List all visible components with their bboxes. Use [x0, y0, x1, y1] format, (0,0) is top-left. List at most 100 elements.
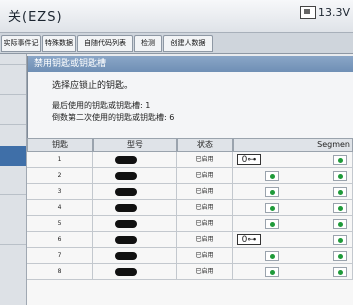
key-number-cell: 4 [27, 200, 93, 216]
status-dot-icon [270, 222, 275, 227]
status-dot-icon [338, 190, 343, 195]
column-header-key: 钥匙 [27, 138, 93, 152]
segment-checkbox[interactable] [333, 171, 347, 181]
left-navigation-strip [0, 54, 27, 305]
key-number-cell: 7 [27, 248, 93, 264]
key-number-cell: 3 [27, 184, 93, 200]
segment-cell [233, 216, 353, 232]
redacted-model-mark [115, 188, 137, 196]
segment-checkbox[interactable] [265, 219, 279, 229]
status-cell: 已启用 [177, 184, 233, 200]
redacted-model-mark [115, 220, 137, 228]
key-number-cell: 5 [27, 216, 93, 232]
table-row[interactable]: 8 已启用 [27, 264, 353, 280]
redacted-model-mark [115, 236, 137, 244]
status-cell: 已启用 [177, 264, 233, 280]
table-row[interactable]: 7 已启用 [27, 248, 353, 264]
segment-checkbox[interactable] [333, 219, 347, 229]
status-dot-icon [338, 238, 343, 243]
column-header-status: 状态 [177, 138, 233, 152]
table-row[interactable]: 3 已启用 [27, 184, 353, 200]
nav-divider [0, 124, 26, 125]
status-dot-icon [270, 206, 275, 211]
column-header-segment: Segmen [233, 138, 353, 152]
redacted-model-mark [115, 252, 137, 260]
status-dot-icon [270, 270, 275, 275]
model-cell [93, 232, 177, 248]
window-title: 关(EZS) [8, 10, 63, 25]
status-dot-icon [270, 190, 275, 195]
table-row[interactable]: 1 已启用 0⊶ [27, 152, 353, 168]
table-row[interactable]: 4 已启用 [27, 200, 353, 216]
table-row[interactable]: 5 已启用 [27, 216, 353, 232]
key-table: 钥匙 型号 状态 Segmen 1 已启用 0⊶ 2 已启用 3 已启用 4 已启用 5 已启用 6 已… [27, 138, 353, 305]
tab-code-list[interactable]: 自随代码列表 [77, 35, 133, 52]
model-cell [93, 168, 177, 184]
status-cell: 已启用 [177, 232, 233, 248]
model-cell [93, 264, 177, 280]
key-icon: 0⊶ [237, 154, 261, 165]
table-row[interactable]: 6 已启用 0⊶ [27, 232, 353, 248]
window-title-bar: 关(EZS) 13.3V [0, 0, 353, 33]
model-cell [93, 248, 177, 264]
tab-creator-data[interactable]: 创建人数据 [163, 35, 213, 52]
model-cell [93, 216, 177, 232]
segment-checkbox[interactable] [265, 203, 279, 213]
segment-cell: 0⊶ [233, 232, 353, 248]
status-dot-icon [338, 270, 343, 275]
segment-checkbox[interactable] [333, 251, 347, 261]
status-cell: 已启用 [177, 168, 233, 184]
redacted-model-mark [115, 172, 137, 180]
status-dot-icon [270, 174, 275, 179]
segment-cell [233, 264, 353, 280]
status-cell: 已启用 [177, 248, 233, 264]
segment-cell [233, 248, 353, 264]
model-cell [93, 152, 177, 168]
segment-cell [233, 200, 353, 216]
dialog-prompt: 选择应锁止的钥匙。 [52, 81, 134, 91]
nav-item-selected[interactable] [0, 146, 26, 166]
nav-divider [0, 244, 26, 245]
nav-divider [0, 64, 26, 65]
segment-checkbox[interactable] [265, 171, 279, 181]
segment-checkbox[interactable] [333, 187, 347, 197]
redacted-model-mark [115, 156, 137, 164]
key-number-cell: 1 [27, 152, 93, 168]
segment-checkbox[interactable] [333, 155, 347, 165]
segment-checkbox[interactable] [265, 267, 279, 277]
segment-cell [233, 168, 353, 184]
model-cell [93, 200, 177, 216]
status-dot-icon [338, 222, 343, 227]
column-header-model: 型号 [93, 138, 177, 152]
key-number-cell: 8 [27, 264, 93, 280]
redacted-model-mark [115, 204, 137, 212]
status-dot-icon [270, 254, 275, 259]
segment-checkbox[interactable] [333, 203, 347, 213]
key-number-cell: 2 [27, 168, 93, 184]
segment-checkbox[interactable] [333, 267, 347, 277]
status-cell: 已启用 [177, 152, 233, 168]
status-dot-icon [338, 254, 343, 259]
voltage-readout: 13.3V [318, 6, 351, 19]
last-used-key-info: 最后使用的钥匙或钥匙槽: 1 [52, 101, 151, 110]
status-cell: 已启用 [177, 216, 233, 232]
dialog-title: 禁用钥匙或钥匙槽 [28, 56, 353, 72]
tab-test[interactable]: 检测 [134, 35, 162, 52]
second-last-used-key-info: 倒数第二次使用的钥匙或钥匙槽: 6 [52, 113, 175, 122]
tab-special-data[interactable]: 特殊数据 [42, 35, 76, 52]
diagnostic-screen: 关(EZS) 13.3V 实际事件记录 特殊数据 自随代码列表 检测 创建人数据… [0, 0, 353, 305]
tab-bar: 实际事件记录 特殊数据 自随代码列表 检测 创建人数据 [0, 33, 353, 62]
model-cell [93, 184, 177, 200]
table-row[interactable]: 2 已启用 [27, 168, 353, 184]
key-icon: 0⊶ [237, 234, 261, 245]
segment-checkbox[interactable] [265, 187, 279, 197]
status-cell: 已启用 [177, 200, 233, 216]
segment-checkbox[interactable] [333, 235, 347, 245]
redacted-model-mark [115, 268, 137, 276]
segment-checkbox[interactable] [265, 251, 279, 261]
nav-divider [0, 94, 26, 95]
tab-event-log[interactable]: 实际事件记录 [1, 35, 41, 62]
nav-divider [0, 194, 26, 195]
status-dot-icon [338, 158, 343, 163]
battery-icon [300, 6, 316, 19]
